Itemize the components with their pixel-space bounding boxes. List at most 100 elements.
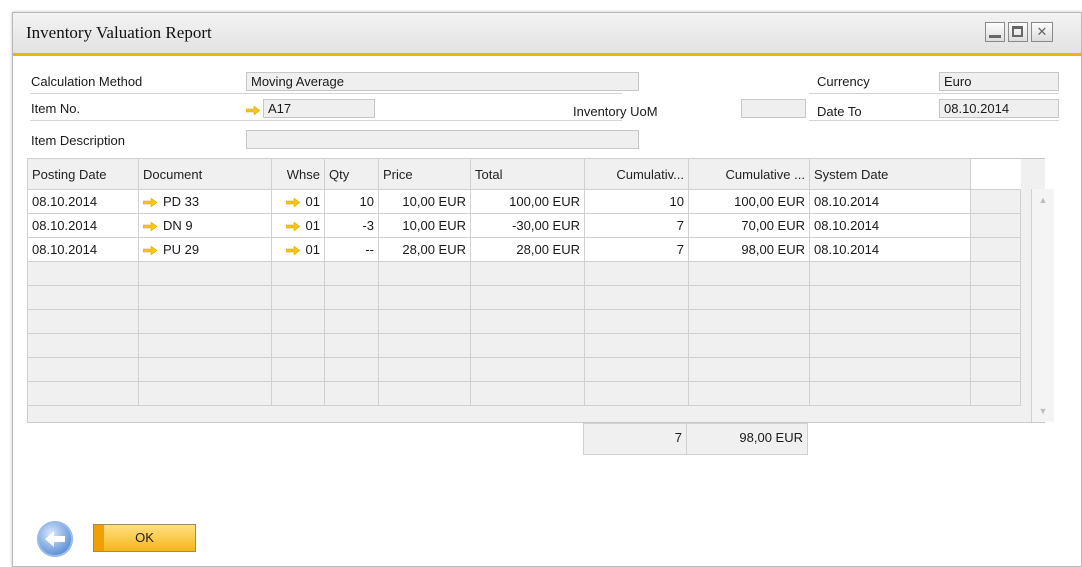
empty-cell <box>809 357 971 382</box>
col-posting-date[interactable]: Posting Date <box>27 158 139 190</box>
item-description-field[interactable] <box>246 130 639 149</box>
empty-cell <box>470 381 585 406</box>
empty-cell <box>324 333 379 358</box>
ok-button[interactable]: OK <box>93 524 196 552</box>
empty-cell <box>378 381 471 406</box>
empty-cell <box>138 261 272 286</box>
cell-price: 10,00 EUR <box>378 189 471 214</box>
cell-document[interactable]: DN 9 <box>138 213 272 238</box>
empty-cell <box>809 333 971 358</box>
empty-cell <box>378 357 471 382</box>
minimize-icon <box>989 35 1001 38</box>
cell-posting-date: 08.10.2014 <box>27 213 139 238</box>
empty-cell <box>271 285 325 310</box>
empty-cell <box>970 285 1021 310</box>
total-cumulative-qty: 7 <box>583 423 687 455</box>
cell-cum-total: 98,00 EUR <box>688 237 810 262</box>
empty-cell <box>970 261 1021 286</box>
empty-cell <box>688 285 810 310</box>
maximize-icon <box>1012 26 1023 37</box>
col-document[interactable]: Document <box>138 158 272 190</box>
link-arrow-icon[interactable] <box>142 194 163 209</box>
divider <box>809 120 1059 121</box>
link-arrow-icon[interactable] <box>142 242 163 257</box>
close-icon: ✕ <box>1036 24 1048 39</box>
title-bar: Inventory Valuation Report ✕ <box>13 13 1081 56</box>
divider <box>30 93 622 94</box>
scroll-down-icon[interactable]: ▼ <box>1038 406 1048 416</box>
col-cumulative-qty[interactable]: Cumulativ... <box>584 158 689 190</box>
empty-cell <box>271 309 325 334</box>
date-to-field[interactable]: 08.10.2014 <box>939 99 1059 118</box>
empty-cell <box>138 285 272 310</box>
col-cumulative-total[interactable]: Cumulative ... <box>688 158 810 190</box>
total-cumulative-value: 98,00 EUR <box>686 423 808 455</box>
table-row[interactable]: 08.10.2014 PD 33 01 10 10,00 EUR 100,00 EUR 10… <box>27 189 1021 214</box>
link-arrow-icon[interactable] <box>285 242 306 257</box>
divider <box>809 93 1059 94</box>
cell-system-date: 08.10.2014 <box>809 189 971 214</box>
calc-method-label: Calculation Method <box>31 74 143 89</box>
currency-field[interactable]: Euro <box>939 72 1059 91</box>
empty-cell <box>324 381 379 406</box>
link-arrow-icon[interactable] <box>285 194 306 209</box>
back-icon <box>45 531 65 547</box>
empty-cell <box>378 285 471 310</box>
empty-row <box>27 333 1021 358</box>
empty-cell <box>138 309 272 334</box>
cell-whse[interactable]: 01 <box>271 213 325 238</box>
empty-cell <box>584 285 689 310</box>
table-row[interactable]: 08.10.2014 PU 29 01 -- 28,00 EUR 28,00 EUR 7 98… <box>27 237 1021 262</box>
cell-text: 01 <box>305 242 320 257</box>
empty-cell <box>27 261 139 286</box>
link-arrow-icon[interactable] <box>142 218 163 233</box>
empty-cell <box>470 357 585 382</box>
cell-price: 10,00 EUR <box>378 213 471 238</box>
empty-row <box>27 285 1021 310</box>
cell-price: 28,00 EUR <box>378 237 471 262</box>
link-arrow-icon[interactable] <box>285 218 306 233</box>
cell-document[interactable]: PD 33 <box>138 189 272 214</box>
empty-cell <box>688 309 810 334</box>
maximize-button[interactable] <box>1008 22 1028 42</box>
empty-cell <box>584 357 689 382</box>
cell-total: 28,00 EUR <box>470 237 585 262</box>
empty-cell <box>27 285 139 310</box>
table-header-row: Posting Date Document Whse Qty Price Tot… <box>27 158 1021 190</box>
empty-cell <box>470 261 585 286</box>
empty-cell <box>324 261 379 286</box>
cell-whse[interactable]: 01 <box>271 189 325 214</box>
col-total[interactable]: Total <box>470 158 585 190</box>
empty-cell <box>378 261 471 286</box>
calc-method-field[interactable]: Moving Average <box>246 72 639 91</box>
col-price[interactable]: Price <box>378 158 471 190</box>
empty-cell <box>378 333 471 358</box>
table-row[interactable]: 08.10.2014 DN 9 01 -3 10,00 EUR -30,00 EUR 7 70… <box>27 213 1021 238</box>
cell-whse[interactable]: 01 <box>271 237 325 262</box>
valuation-table: Posting Date Document Whse Qty Price Tot… <box>27 158 1021 406</box>
minimize-button[interactable] <box>985 22 1005 42</box>
empty-row <box>27 309 1021 334</box>
cell-text: 01 <box>305 218 320 233</box>
scroll-up-icon[interactable]: ▲ <box>1038 195 1048 205</box>
col-whse[interactable]: Whse <box>271 158 325 190</box>
inventory-uom-field[interactable] <box>741 99 806 118</box>
cell-cum-qty: 7 <box>584 237 689 262</box>
empty-row <box>27 381 1021 406</box>
empty-cell <box>688 333 810 358</box>
back-button[interactable] <box>37 521 73 557</box>
cell-qty: 10 <box>324 189 379 214</box>
empty-cell <box>584 309 689 334</box>
close-button[interactable]: ✕ <box>1031 22 1053 42</box>
vertical-scrollbar[interactable]: ▲ ▼ <box>1031 189 1054 422</box>
item-no-label: Item No. <box>31 101 81 116</box>
col-qty[interactable]: Qty <box>324 158 379 190</box>
col-system-date[interactable]: System Date <box>809 158 971 190</box>
cell-text: DN 9 <box>163 218 193 233</box>
link-arrow-icon[interactable] <box>246 106 260 115</box>
cell-text: PU 29 <box>163 242 200 257</box>
item-no-field[interactable]: A17 <box>263 99 375 118</box>
empty-cell <box>809 285 971 310</box>
cell-document[interactable]: PU 29 <box>138 237 272 262</box>
empty-cell <box>27 381 139 406</box>
